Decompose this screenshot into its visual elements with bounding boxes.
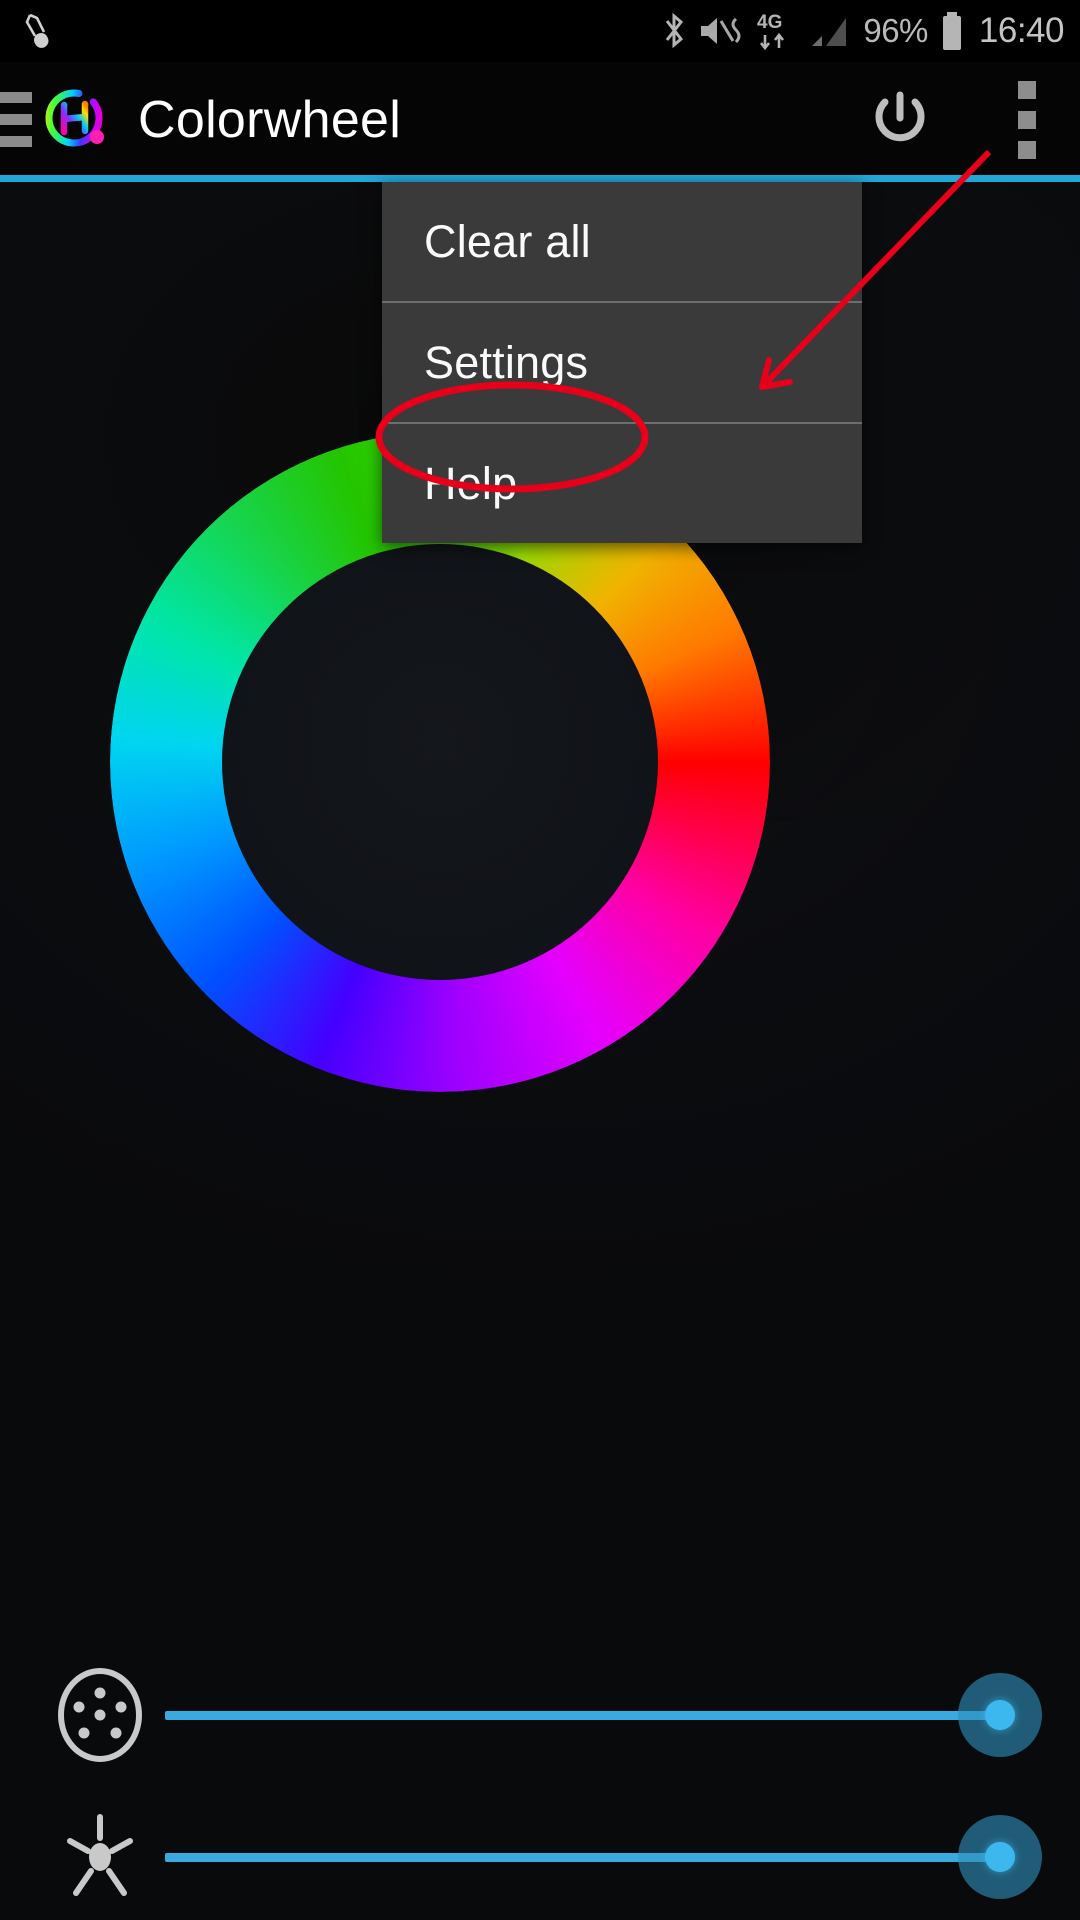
accent-underline bbox=[0, 175, 1080, 182]
bluetooth-icon bbox=[666, 12, 684, 49]
status-bar: 4G 96% 16:40 bbox=[0, 0, 1080, 62]
hamburger-bar bbox=[0, 92, 32, 103]
menu-item-settings[interactable]: Settings bbox=[382, 303, 862, 422]
brightness-slider-control[interactable] bbox=[165, 1792, 1042, 1920]
brightness-slider-thumb[interactable] bbox=[958, 1815, 1042, 1899]
mute-vibrate-icon bbox=[701, 17, 741, 44]
signal-strength-icon bbox=[812, 18, 847, 46]
usb-debugging-icon bbox=[25, 13, 49, 48]
svg-text:4G: 4G bbox=[757, 12, 782, 33]
brightness-sun-icon bbox=[35, 1792, 165, 1920]
hamburger-bar bbox=[0, 114, 32, 125]
brightness-slider-track[interactable] bbox=[165, 1852, 990, 1862]
hue-ring-center bbox=[222, 544, 658, 980]
battery-percent-label: 96% bbox=[863, 12, 928, 49]
saturation-slider-track[interactable] bbox=[165, 1710, 990, 1720]
status-bar-right-icons: 4G 96% 16:40 bbox=[661, 9, 1065, 53]
saturation-dots-icon bbox=[35, 1650, 165, 1780]
brightness-slider[interactable] bbox=[0, 1792, 1080, 1920]
app-bar: Colorwheel bbox=[0, 62, 1080, 177]
power-icon[interactable] bbox=[854, 74, 946, 166]
overflow-dot bbox=[1018, 140, 1036, 159]
overflow-dot bbox=[1018, 110, 1036, 129]
hamburger-menu-icon[interactable] bbox=[0, 89, 32, 151]
network-4g-icon: 4G bbox=[757, 12, 785, 51]
saturation-slider-thumb[interactable] bbox=[958, 1673, 1042, 1757]
saturation-slider-control[interactable] bbox=[165, 1650, 1042, 1780]
hamburger-bar bbox=[0, 136, 32, 147]
colorwheel-hue-logo-icon bbox=[40, 84, 112, 156]
menu-item-clear-all[interactable]: Clear all bbox=[382, 182, 862, 301]
overflow-dot bbox=[1018, 80, 1036, 99]
menu-item-help[interactable]: Help bbox=[382, 424, 862, 543]
page-title: Colorwheel bbox=[138, 90, 402, 149]
status-bar-left-icons bbox=[22, 12, 56, 50]
overflow-menu-popup: Clear all Settings Help bbox=[382, 182, 862, 543]
status-clock: 16:40 bbox=[978, 11, 1065, 50]
saturation-slider[interactable] bbox=[0, 1650, 1080, 1780]
battery-full-icon bbox=[942, 12, 961, 50]
overflow-menu-icon[interactable] bbox=[990, 70, 1064, 170]
phone-screen: 4G 96% 16:40 Colorwheel Clear all Settin… bbox=[0, 0, 1080, 1920]
